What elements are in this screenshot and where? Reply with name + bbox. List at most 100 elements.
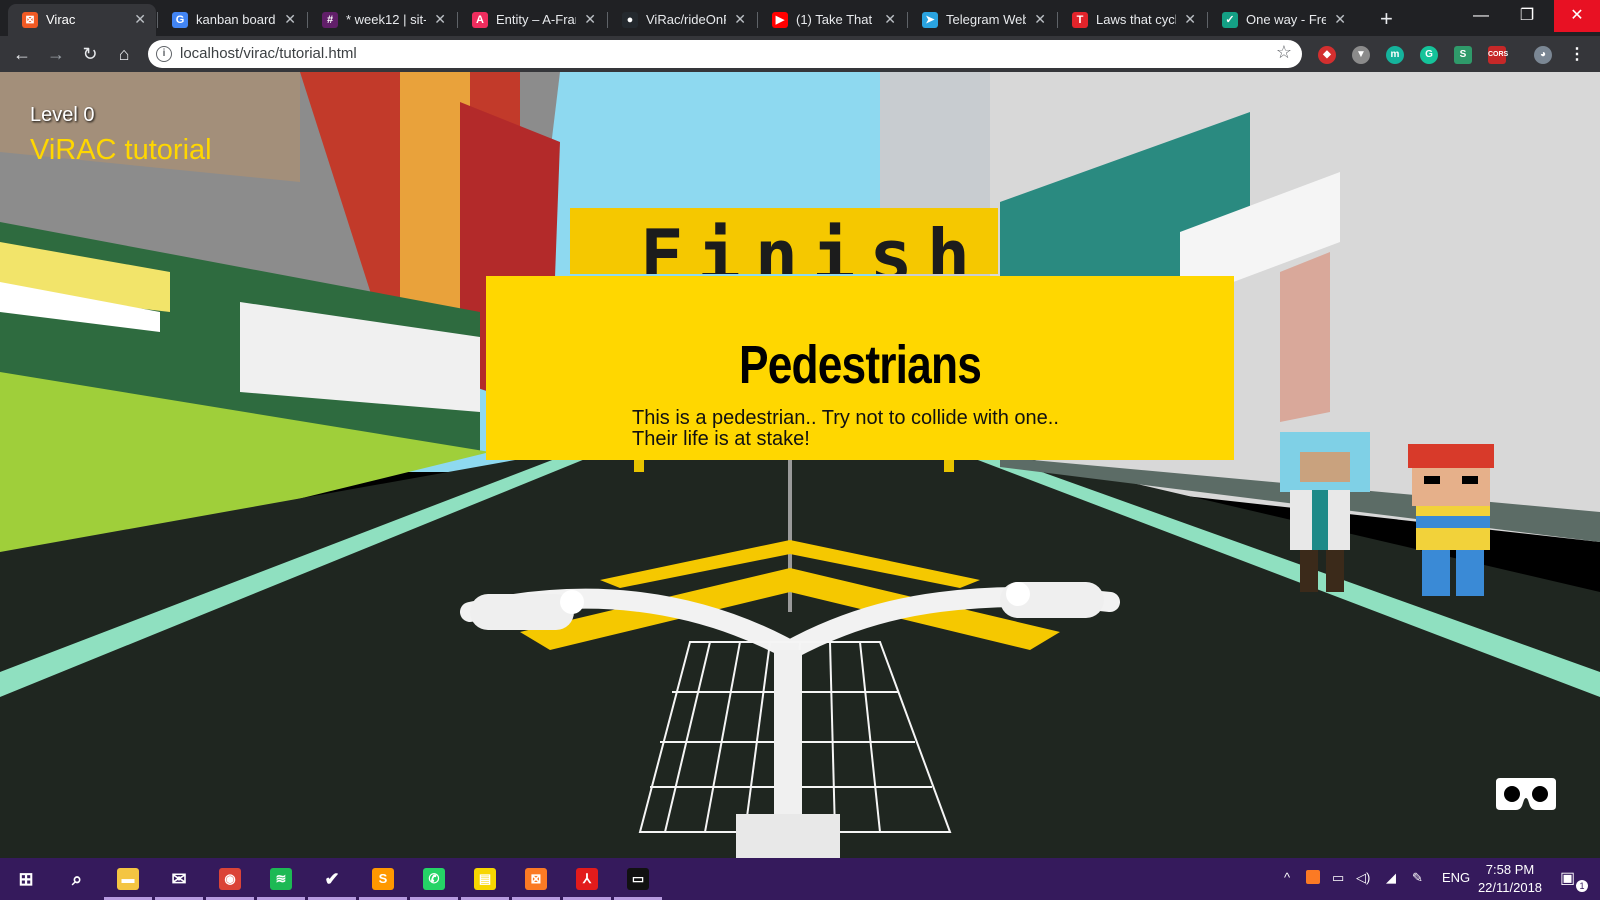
volume-icon[interactable]: ◁) bbox=[1356, 870, 1370, 886]
shield-extension-icon[interactable]: ▼ bbox=[1352, 46, 1370, 64]
tab-separator bbox=[607, 12, 608, 28]
taskbar-sublime-button[interactable]: S bbox=[359, 858, 407, 900]
taskbar-terminal-button[interactable]: ▭ bbox=[614, 858, 662, 900]
tab-close-icon[interactable]: ✕ bbox=[134, 11, 146, 28]
tab-separator bbox=[907, 12, 908, 28]
site-info-icon[interactable]: i bbox=[156, 46, 172, 62]
tab-close-icon[interactable]: ✕ bbox=[884, 11, 896, 28]
address-bar[interactable]: i localhost/virac/tutorial.html ☆ bbox=[148, 40, 1302, 68]
tray-overflow-icon[interactable]: ^ bbox=[1284, 870, 1290, 885]
ublock-extension-icon[interactable]: ◆ bbox=[1318, 46, 1336, 64]
pen-icon[interactable]: ✎ bbox=[1412, 870, 1423, 886]
taskbar-search-button[interactable]: ⌕ bbox=[53, 858, 101, 900]
taskbar-whatsapp-button[interactable]: ✆ bbox=[410, 858, 458, 900]
reload-icon: ↻ bbox=[82, 44, 98, 64]
home-icon: ⌂ bbox=[118, 44, 130, 64]
new-tab-button[interactable]: + bbox=[1380, 6, 1393, 32]
browser-tab[interactable]: # * week12 | sit-i ✕ bbox=[308, 4, 456, 36]
file-explorer-icon: ▬ bbox=[117, 868, 139, 890]
m-extension-icon[interactable]: m bbox=[1386, 46, 1404, 64]
s-extension-icon[interactable]: S bbox=[1454, 46, 1472, 64]
browser-tab[interactable]: Gkanban board ✕ bbox=[158, 4, 306, 36]
maximize-button[interactable]: ❐ bbox=[1504, 0, 1550, 32]
address-url[interactable]: localhost/virac/tutorial.html bbox=[180, 45, 357, 62]
cors-extension-icon[interactable]: CORS bbox=[1488, 46, 1508, 64]
reload-button[interactable]: ↻ bbox=[78, 42, 102, 66]
windows-taskbar: ⊞ ⌕ ▬ ✉ ◉ ≋ ✔ S ✆ ▤ ⊠ ⅄ ▭ ^ ▭ ◁) ◢ ✎ ENG 7:58 PM 22/… bbox=[0, 858, 1600, 900]
battery-icon[interactable]: ▭ bbox=[1332, 870, 1344, 886]
youtube-icon: ▶ bbox=[772, 12, 788, 28]
browser-tab[interactable]: ✓ One way - Free ✕ bbox=[1208, 4, 1356, 36]
google-icon: G bbox=[172, 12, 188, 28]
tab-close-icon[interactable]: ✕ bbox=[434, 11, 446, 28]
tab-title: Laws that cycli bbox=[1096, 12, 1176, 27]
taskbar-start-button[interactable]: ⊞ bbox=[2, 858, 50, 900]
tab-close-icon[interactable]: ✕ bbox=[734, 11, 746, 28]
notification-center-icon[interactable]: ▣ bbox=[1560, 868, 1575, 888]
finish-sign-text: Finish bbox=[640, 214, 985, 274]
browser-tab[interactable]: A Entity – A-Fram ✕ bbox=[458, 4, 606, 36]
browser-tab[interactable]: ➤ Telegram Web ✕ bbox=[908, 4, 1056, 36]
sublime-icon: S bbox=[372, 868, 394, 890]
browser-tab[interactable]: ● ViRac/rideOnR ✕ bbox=[608, 4, 756, 36]
search-icon: ⌕ bbox=[71, 869, 83, 889]
tray-xampp-icon[interactable] bbox=[1306, 870, 1320, 884]
tab-separator bbox=[757, 12, 758, 28]
close-window-button[interactable]: ✕ bbox=[1554, 0, 1600, 32]
home-button[interactable]: ⌂ bbox=[112, 42, 136, 66]
start-icon: ⊞ bbox=[18, 869, 34, 889]
browser-tab[interactable]: ▶ (1) Take That - ✕ bbox=[758, 4, 906, 36]
tab-title: ViRac/rideOnR bbox=[646, 12, 726, 27]
notification-count: 1 bbox=[1576, 880, 1588, 892]
whatsapp-icon: ✆ bbox=[423, 868, 445, 890]
bookmark-star-icon[interactable]: ☆ bbox=[1276, 42, 1292, 63]
back-button[interactable]: ← bbox=[10, 42, 34, 66]
sticky-notes-icon: ▤ bbox=[474, 868, 496, 890]
vr-scene-canvas[interactable]: Level 0 ViRAC tutorial Finish Pedestrian… bbox=[0, 72, 1600, 858]
taskbar-xampp-button[interactable]: ⊠ bbox=[512, 858, 560, 900]
tab-close-icon[interactable]: ✕ bbox=[1184, 11, 1196, 28]
mail-icon: ✉ bbox=[171, 869, 187, 889]
info-panel-line-1: This is a pedestrian.. Try not to collid… bbox=[632, 407, 1059, 429]
minimize-button[interactable]: — bbox=[1458, 0, 1504, 32]
taskbar-acrobat-button[interactable]: ⅄ bbox=[563, 858, 611, 900]
vr-headset-icon[interactable] bbox=[1494, 772, 1558, 816]
tab-separator bbox=[1057, 12, 1058, 28]
taskbar-todo-button[interactable]: ✔ bbox=[308, 858, 356, 900]
browser-tab-bar: ⊠ Virac ✕ Gkanban board ✕ # * week12 | sit-i ✕ A… bbox=[0, 0, 1600, 36]
terminal-icon: ▭ bbox=[627, 868, 649, 890]
clock-date[interactable]: 22/11/2018 bbox=[1472, 880, 1548, 895]
forward-button[interactable]: → bbox=[44, 42, 68, 66]
tab-close-icon[interactable]: ✕ bbox=[1334, 11, 1346, 28]
forward-arrow-icon: → bbox=[47, 44, 65, 64]
aframe-icon: A bbox=[472, 12, 488, 28]
tab-close-icon[interactable]: ✕ bbox=[1034, 11, 1046, 28]
browser-menu-icon[interactable]: ⋮ bbox=[1568, 46, 1586, 64]
tab-title: Entity – A-Fram bbox=[496, 12, 576, 27]
taskbar-file-explorer-button[interactable]: ▬ bbox=[104, 858, 152, 900]
xampp-icon: ⊠ bbox=[525, 868, 547, 890]
back-arrow-icon: ← bbox=[13, 44, 31, 64]
tab-title: Virac bbox=[46, 12, 76, 27]
wifi-icon[interactable]: ◢ bbox=[1386, 870, 1396, 886]
taskbar-mail-button[interactable]: ✉ bbox=[155, 858, 203, 900]
slack-icon: # bbox=[322, 12, 338, 28]
taskbar-spotify-button[interactable]: ≋ bbox=[257, 858, 305, 900]
finish-sign: Finish bbox=[570, 208, 998, 274]
clock-time[interactable]: 7:58 PM bbox=[1478, 862, 1542, 877]
tab-close-icon[interactable]: ✕ bbox=[584, 11, 596, 28]
level-indicator: Level 0 bbox=[30, 104, 95, 126]
taskbar-sticky-notes-button[interactable]: ▤ bbox=[461, 858, 509, 900]
tab-separator bbox=[1207, 12, 1208, 28]
browser-tab[interactable]: T Laws that cycli ✕ bbox=[1058, 4, 1206, 36]
tab-title: (1) Take That - bbox=[796, 12, 876, 27]
taskbar-chrome-button[interactable]: ◉ bbox=[206, 858, 254, 900]
language-indicator[interactable]: ENG bbox=[1442, 870, 1470, 885]
profile-avatar[interactable]: ◕ bbox=[1534, 46, 1552, 64]
tab-close-icon[interactable]: ✕ bbox=[284, 11, 296, 28]
grammarly-extension-icon[interactable]: G bbox=[1420, 46, 1438, 64]
browser-tab[interactable]: ⊠ Virac ✕ bbox=[8, 4, 156, 36]
tab-separator bbox=[307, 12, 308, 28]
checkmark-icon: ✓ bbox=[1222, 12, 1238, 28]
info-panel-body: This is a pedestrian.. Try not to collid… bbox=[632, 408, 1112, 450]
